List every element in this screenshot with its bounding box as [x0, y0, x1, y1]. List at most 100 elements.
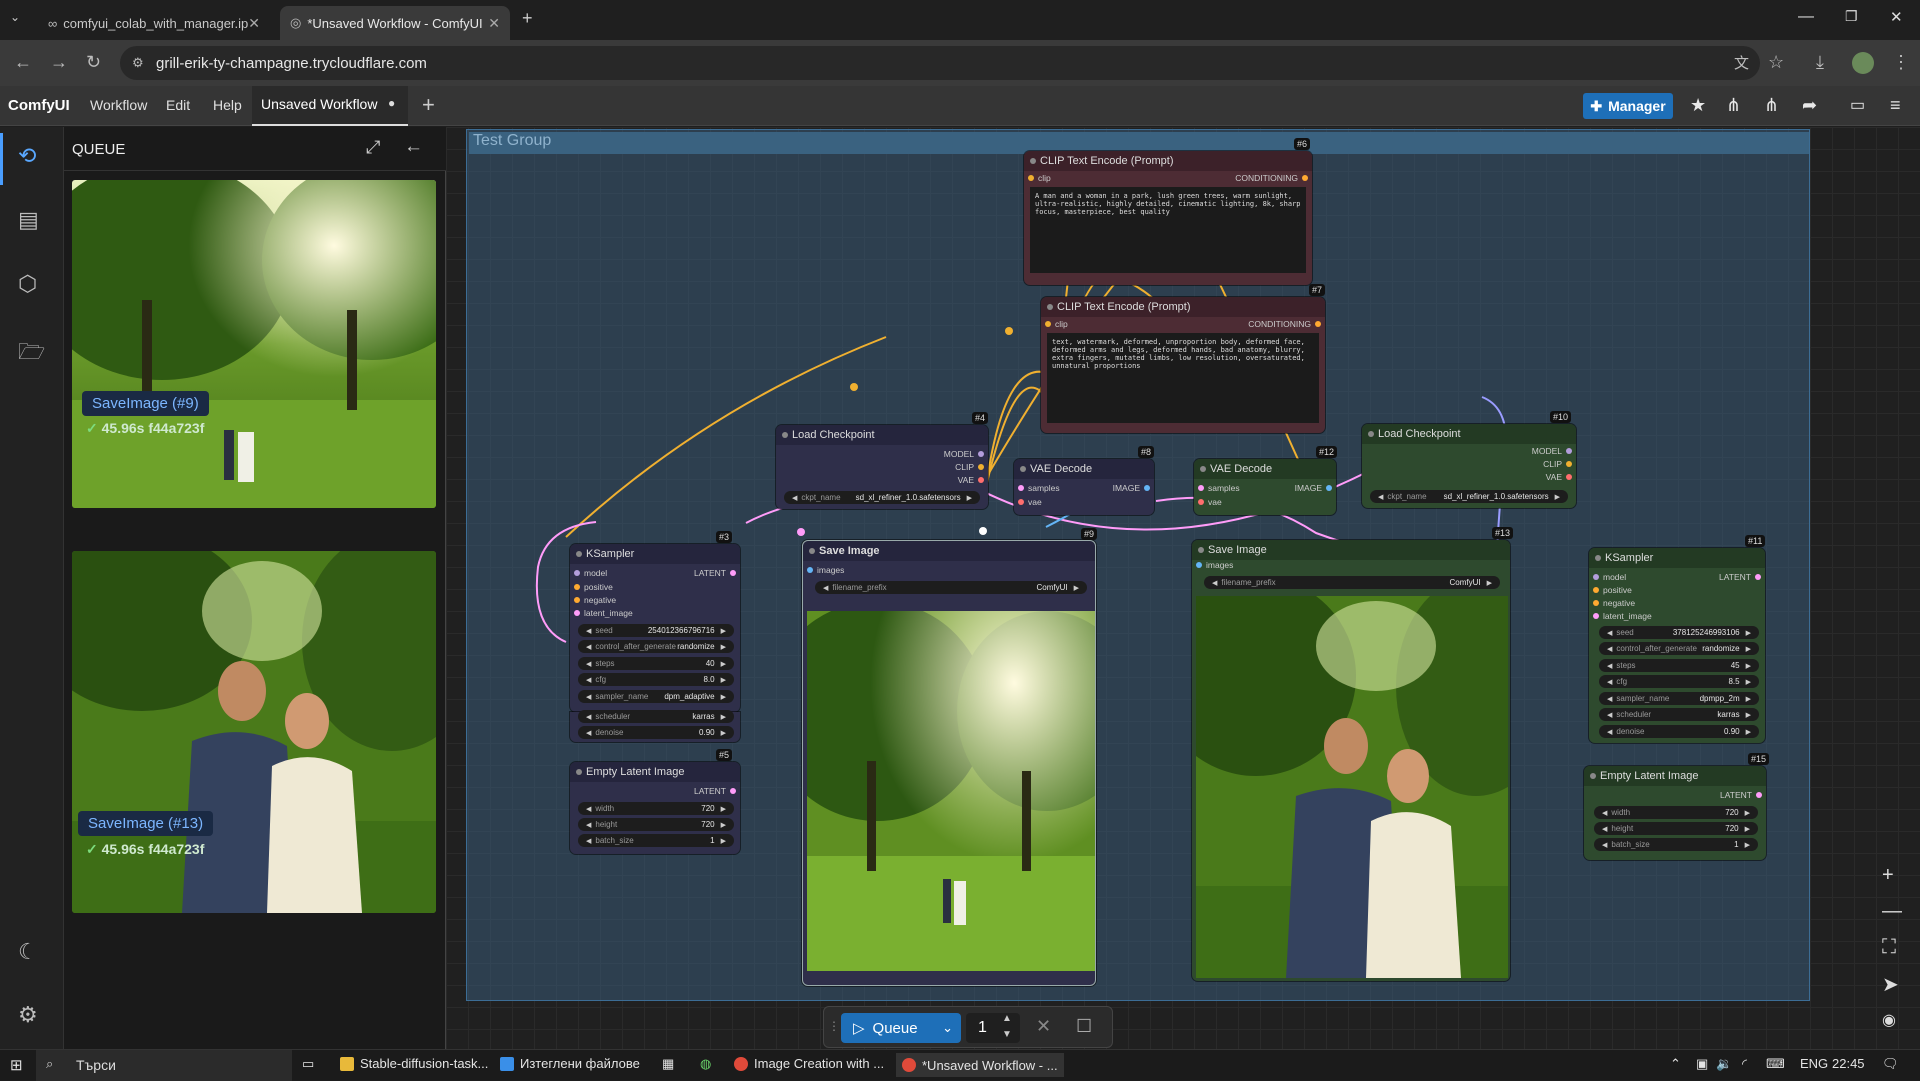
theme-toggle-icon[interactable]: ☾ [18, 939, 38, 965]
reload-icon[interactable]: ↻ [86, 52, 101, 73]
input-images[interactable]: images [807, 565, 844, 575]
menu-edit[interactable]: Edit [166, 97, 190, 113]
model-library-icon[interactable]: ⬡ [18, 271, 37, 297]
output-image[interactable]: IMAGE [1113, 483, 1150, 493]
close-tab-icon[interactable]: ✕ [248, 15, 260, 32]
node-title[interactable]: Load Checkpoint [776, 425, 988, 445]
collapse-panel-icon[interactable]: ← [404, 136, 423, 158]
cfg-widget[interactable]: cfg8.0 [578, 673, 734, 686]
node-title[interactable]: Save Image [803, 541, 1095, 561]
clock[interactable]: 22:45 [1832, 1056, 1865, 1071]
output-latent[interactable]: LATENT [694, 786, 736, 796]
fit-view-icon[interactable]: ⛶ [1882, 936, 1896, 959]
control-after-generate-widget[interactable]: control_after_generaterandomize [1599, 642, 1759, 655]
output-latent[interactable]: LATENT [694, 568, 736, 578]
minimize-window-icon[interactable]: — [1798, 8, 1814, 26]
scheduler-widget[interactable]: schedulerkarras [1599, 708, 1759, 721]
node-save-image-1[interactable]: Save Image #9 images filename_prefixComf… [802, 528, 1098, 986]
node-title[interactable]: CLIP Text Encode (Prompt) [1024, 151, 1312, 171]
queue-mode-dropdown-icon[interactable]: ⌄ [942, 1020, 953, 1036]
node-title[interactable]: CLIP Text Encode (Prompt) [1041, 297, 1325, 317]
profile-avatar[interactable] [1852, 52, 1874, 74]
wifi-icon[interactable]: ◜ [1742, 1056, 1747, 1072]
menu-workflow[interactable]: Workflow [90, 97, 147, 113]
steps-widget[interactable]: steps40 [578, 657, 734, 670]
input-latent-image[interactable]: latent_image [574, 608, 633, 618]
filename-prefix-widget[interactable]: filename_prefixComfyUI [815, 581, 1087, 594]
steps-widget[interactable]: steps45 [1599, 659, 1759, 672]
bookmark-star-icon[interactable]: ☆ [1768, 52, 1784, 73]
tab-search-icon[interactable]: ⌄ [10, 10, 20, 24]
node-clip-text-encode-positive[interactable]: CLIP Text Encode (Prompt) #6 clip CONDIT… [1024, 138, 1312, 285]
node-title[interactable]: KSampler [1589, 548, 1765, 568]
forward-share-icon[interactable]: ➦ [1802, 95, 1817, 116]
share-icon-a[interactable]: ⋔ [1726, 95, 1741, 116]
output-latent[interactable]: LATENT [1720, 790, 1762, 800]
width-widget[interactable]: width720 [1594, 806, 1758, 819]
node-vae-decode-1[interactable]: VAE Decode #8 samples vae IMAGE [1014, 446, 1155, 515]
output-clip[interactable]: CLIP [1543, 459, 1572, 469]
cfg-widget[interactable]: cfg8.5 [1599, 675, 1759, 688]
scheduler-widget[interactable]: schedulerkarras [578, 710, 734, 723]
batch-size-widget[interactable]: batch_size1 [1594, 838, 1758, 851]
url-field[interactable]: ⚙ grill-erik-ty-champagne.trycloudflare.… [120, 46, 1760, 80]
height-widget[interactable]: height720 [578, 818, 734, 831]
select-mode-icon[interactable]: ➤ [1882, 972, 1899, 997]
batch-size-widget[interactable]: batch_size1 [578, 834, 734, 847]
graph-canvas[interactable]: Test Group CLIP Text Encode (Prompt) #6 … [446, 127, 1920, 1049]
control-after-generate-widget[interactable]: control_after_generaterandomize [578, 640, 734, 653]
output-model[interactable]: MODEL [944, 449, 984, 459]
sampler-name-widget[interactable]: sampler_namedpm_adaptive [578, 690, 734, 703]
menu-help[interactable]: Help [213, 97, 242, 113]
node-ksampler-1[interactable]: KSampler #3 model positive negative late… [570, 531, 740, 712]
node-title[interactable]: Empty Latent Image [570, 762, 740, 782]
queue-button[interactable]: ▷ Queue ⌄ [841, 1013, 961, 1043]
node-title[interactable]: Load Checkpoint [1362, 424, 1576, 444]
restore-window-icon[interactable]: ❐ [1845, 8, 1858, 25]
app-green-icon[interactable]: ◍ [700, 1056, 711, 1072]
node-title[interactable]: Save Image [1192, 540, 1510, 560]
taskbar-search[interactable]: ⌕ Търси [36, 1050, 292, 1081]
node-title[interactable]: VAE Decode [1014, 459, 1154, 479]
input-negative[interactable]: negative [574, 595, 616, 605]
ckpt-name-widget[interactable]: ckpt_namesd_xl_refiner_1.0.safetensors [784, 491, 980, 504]
denoise-widget[interactable]: denoise0.90 [1599, 725, 1759, 738]
node-ksampler-2[interactable]: KSampler #11 model positive negative lat… [1589, 535, 1766, 743]
input-negative[interactable]: negative [1593, 598, 1635, 608]
output-latent[interactable]: LATENT [1719, 572, 1761, 582]
output-model[interactable]: MODEL [1532, 446, 1572, 456]
node-empty-latent-1[interactable]: Empty Latent Image #5 LATENT width720 he… [570, 749, 740, 854]
close-tab-icon[interactable]: ✕ [488, 15, 500, 32]
output-image-preview[interactable] [807, 611, 1095, 971]
input-model[interactable]: model [1593, 572, 1626, 582]
height-widget[interactable]: height720 [1594, 822, 1758, 835]
task-view-icon[interactable]: ▭ [302, 1056, 314, 1072]
seed-widget[interactable]: seed378125246993106 [1599, 626, 1759, 639]
output-conditioning[interactable]: CONDITIONING [1235, 173, 1308, 183]
cancel-icon[interactable]: ✕ [1036, 1016, 1051, 1037]
new-workflow-tab-button[interactable]: + [422, 92, 435, 118]
output-vae[interactable]: VAE [1546, 472, 1572, 482]
drag-handle-icon[interactable]: ⋮ [828, 1019, 840, 1033]
node-load-checkpoint-1[interactable]: Load Checkpoint #4 MODEL CLIP VAE ckpt_n… [776, 412, 989, 509]
hamburger-menu-icon[interactable]: ≡ [1890, 95, 1901, 116]
settings-gear-icon[interactable]: ⚙ [18, 1002, 38, 1028]
queue-result-image-1[interactable] [72, 180, 436, 508]
output-vae[interactable]: VAE [958, 475, 984, 485]
input-images[interactable]: images [1196, 560, 1233, 570]
input-clip[interactable]: clip [1028, 173, 1051, 183]
output-image[interactable]: IMAGE [1295, 483, 1332, 493]
node-load-checkpoint-2[interactable]: Load Checkpoint #10 MODEL CLIP VAE ckpt_… [1362, 411, 1576, 508]
batch-count-input[interactable]: 1 ▲ ▼ [966, 1013, 1020, 1043]
output-conditioning[interactable]: CONDITIONING [1248, 319, 1321, 329]
network-icon[interactable]: ▣ [1696, 1056, 1708, 1072]
prompt-textarea[interactable]: A man and a woman in a park, lush green … [1030, 187, 1306, 273]
width-widget[interactable]: width720 [578, 802, 734, 815]
input-model[interactable]: model [574, 568, 607, 578]
input-latent-image[interactable]: latent_image [1593, 611, 1652, 621]
back-icon[interactable]: ← [14, 52, 32, 73]
translate-icon[interactable]: 文 [1734, 52, 1749, 73]
stop-icon[interactable]: ☐ [1076, 1016, 1092, 1037]
stepper-down-icon[interactable]: ▼ [1002, 1029, 1012, 1040]
expand-icon[interactable]: ⤢ [366, 137, 380, 158]
